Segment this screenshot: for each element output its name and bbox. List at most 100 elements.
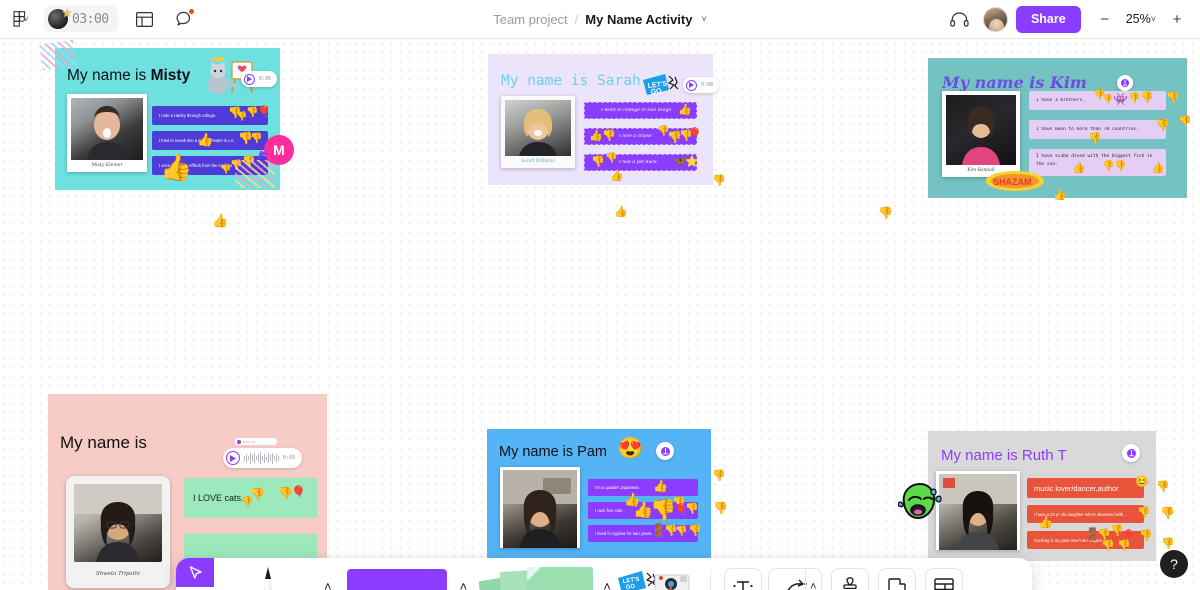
- sarah-row-2[interactable]: I love a cruise 👍 👎 👎 👎 👎 🎈: [584, 127, 702, 145]
- table-tool[interactable]: [924, 567, 963, 590]
- pam-title: My name is Pam: [499, 444, 607, 460]
- thumbs-down-reaction: 👎: [1166, 92, 1180, 104]
- shape-tool[interactable]: [336, 558, 458, 590]
- lets-go-sticker: LET'S GO: [642, 72, 682, 98]
- floating-thumbs-down: 👎: [712, 175, 726, 187]
- pam-record-button[interactable]: [656, 442, 674, 460]
- card-misty[interactable]: My name is Misty 0:06 Misty Klemer I rod…: [39, 39, 294, 190]
- misty-photo-caption: Misty Klemer: [91, 163, 123, 168]
- kim-row-3[interactable]: I have scuba dived with the biggest fish…: [1029, 149, 1166, 176]
- kim-photo-card: Kim Randall: [942, 91, 1020, 177]
- card-kim[interactable]: My name is Kim Kim Randall I have 3 brot…: [928, 58, 1187, 201]
- stamp-tool[interactable]: [830, 567, 869, 590]
- play-icon[interactable]: [244, 73, 255, 85]
- shweta-photo-card: Shweta Tripathi: [66, 476, 170, 588]
- thumbs-down-reaction: 👎: [1155, 118, 1170, 132]
- card-ruth[interactable]: My name is Ruth T music lover/dancer,aut…: [897, 431, 1156, 561]
- play-icon[interactable]: [686, 79, 697, 91]
- thumbs-up-reaction: 👍: [1053, 189, 1067, 201]
- audio-huddle-button[interactable]: [945, 4, 975, 34]
- zoom-level-dropdown[interactable]: 25% ˅: [1120, 6, 1162, 32]
- hand-tool[interactable]: [176, 586, 214, 590]
- topbar-right-group: Share − 25% ˅ +: [945, 4, 1200, 34]
- thumbs-up-reaction: 👍: [589, 130, 603, 142]
- sarah-title: My name is Sarah: [501, 73, 641, 89]
- balloon-reaction: 🎈: [291, 485, 306, 499]
- file-menu-chevron-down-icon[interactable]: ˅: [701, 14, 706, 24]
- misty-row-1[interactable]: I rode a Harley through college. 👎 👎 👎 🎈: [152, 106, 271, 125]
- chevron-down-icon: ˅: [1150, 14, 1156, 24]
- thumbs-down-reaction: 👎: [1088, 133, 1102, 145]
- breadcrumb-file[interactable]: My Name Activity: [585, 12, 692, 27]
- misty-row-2[interactable]: I tried to sneak into a movie theater in…: [152, 131, 268, 150]
- avatar[interactable]: [982, 6, 1008, 32]
- connector-options-chevron-up-icon[interactable]: ˄: [804, 568, 821, 590]
- ruth-row-2[interactable]: I have a 23 yr old daughter who's obsess…: [1027, 505, 1151, 528]
- misty-row-1-text: I rode a Harley through college.: [159, 113, 217, 118]
- kim-row-1[interactable]: I have 3 brothers. 👎 👎 👾 👎 👎 👎: [1029, 91, 1180, 110]
- sarah-audio-player[interactable]: 0:08: [683, 77, 720, 93]
- card-sarah[interactable]: My name is Sarah LET'S GO 0:08 Sarah Wil…: [488, 54, 720, 185]
- sarah-row-3[interactable]: I had a pet duck. 👎 👎 🦋 ⭐: [584, 154, 699, 171]
- kim-record-button[interactable]: [1117, 75, 1133, 91]
- misty-audio-player[interactable]: 0:06: [241, 71, 278, 87]
- pen-options-chevron-up-icon[interactable]: ˄: [324, 579, 332, 590]
- sarah-photo-card: Sarah Williams: [501, 96, 575, 168]
- ruth-row-3[interactable]: Cooking is my past time/I am require 🚪 👎…: [1027, 526, 1144, 552]
- share-button[interactable]: Share: [1015, 5, 1081, 33]
- pen-tool[interactable]: [214, 558, 322, 590]
- kim-row-2[interactable]: I have been to more than 70 countries. 👎…: [1029, 119, 1170, 145]
- breadcrumb-project[interactable]: Team project: [493, 12, 567, 27]
- timer-widget[interactable]: ★ 03:00: [44, 6, 118, 32]
- shape-options-chevron-up-icon[interactable]: ˄: [460, 579, 468, 590]
- play-icon[interactable]: [226, 451, 240, 465]
- shweta-row-1[interactable]: I LOVE cats. 👎 👎 👎 🎈: [184, 478, 317, 518]
- thumbs-down-reaction: 👎: [688, 525, 702, 537]
- sticker-tool[interactable]: LET'S GO: [615, 558, 703, 590]
- thumbs-down-reaction: 👎: [241, 497, 254, 508]
- misty-title: My name is Misty: [67, 67, 191, 84]
- shweta-audio-player[interactable]: 0:03: [223, 448, 303, 468]
- help-button[interactable]: ?: [1160, 550, 1188, 578]
- whiteboard-canvas[interactable]: My name is Misty 0:06 Misty Klemer I rod…: [0, 39, 1200, 590]
- zoom-controls: − 25% ˅ +: [1092, 6, 1190, 32]
- pam-row-1[interactable]: I'm a quarter Japanese. 👍: [588, 479, 698, 496]
- zoom-out-button[interactable]: −: [1092, 6, 1118, 32]
- sticky-note-tool[interactable]: [471, 558, 601, 590]
- headphones-icon: [950, 11, 970, 27]
- star-icon: ★: [61, 5, 73, 20]
- zoom-in-button[interactable]: +: [1164, 6, 1190, 32]
- thumbs-down-reaction: 👎: [1128, 93, 1141, 104]
- sarah-photo: [505, 100, 571, 156]
- card-pam[interactable]: My name is Pam 😍 I'm a quarter Japanese.: [487, 429, 711, 559]
- select-tool[interactable]: [176, 558, 214, 587]
- svg-text:GO: GO: [650, 88, 662, 96]
- ruth-record-button[interactable]: [1122, 444, 1140, 462]
- shweta-title-chip[interactable]: Enter title...: [235, 438, 277, 445]
- mic-record-icon: [660, 446, 670, 456]
- sarah-row-1[interactable]: I went to college in San Diego 👍: [584, 102, 697, 119]
- thumbs-up-reaction: 👍: [1072, 162, 1086, 174]
- floating-thumbs-down: 👎: [1160, 506, 1175, 520]
- layout-button[interactable]: [130, 4, 160, 34]
- confetti-sticker: [39, 39, 77, 71]
- thumbs-down-reaction: 👎: [220, 164, 232, 174]
- thumbs-down-reaction: 👎: [1114, 161, 1127, 172]
- ruth-row-1[interactable]: music lover/dancer,author 😊: [1027, 477, 1149, 498]
- text-tool[interactable]: [723, 567, 762, 590]
- connector-tool[interactable]: ˄: [767, 567, 822, 590]
- pam-row-3[interactable]: I lived in Cyprus for two years. 🚪 👎 👎 👎: [588, 524, 702, 542]
- shazam-sticker: SHAZAM: [984, 170, 1046, 192]
- comments-button[interactable]: [170, 4, 200, 34]
- green-sticky-notes-icon: [475, 563, 597, 590]
- frame-tool[interactable]: [877, 567, 916, 590]
- cursor-tool-group: [176, 558, 214, 590]
- ruth-row-1-text: music lover/dancer,author: [1034, 483, 1119, 493]
- thumbs-up-reaction: 👍: [610, 170, 624, 182]
- sticky-options-chevron-up-icon[interactable]: ˄: [603, 579, 611, 590]
- pam-row-2[interactable]: I own five cats. 👍 👍 👎 👎 🎈 👎: [588, 493, 699, 521]
- main-menu-button[interactable]: ˅: [6, 4, 36, 34]
- svg-text:GO: GO: [625, 584, 635, 590]
- thumbs-down-reaction: 👎: [1117, 540, 1131, 552]
- mic-record-icon: [1121, 79, 1129, 87]
